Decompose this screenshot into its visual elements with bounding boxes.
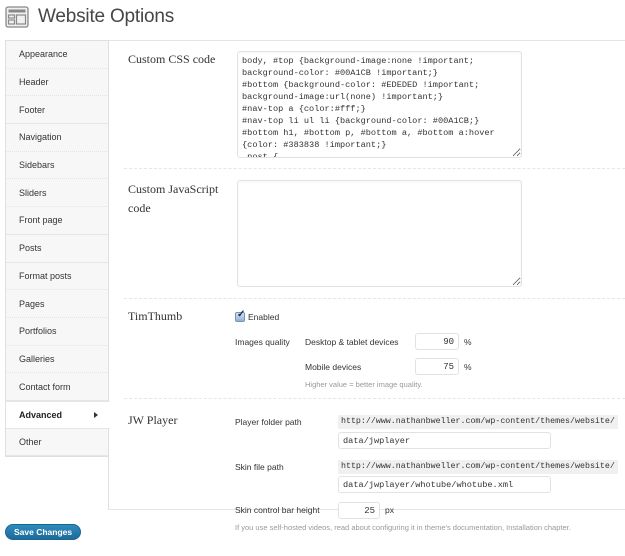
sidebar-item-label: Sliders	[19, 187, 47, 198]
skin-bar-height-unit: px	[385, 505, 394, 515]
sidebar-item-label: Portfolios	[19, 326, 57, 337]
timthumb-enabled-checkbox[interactable]: ✓	[235, 309, 246, 322]
images-quality-label: Images quality	[235, 337, 290, 347]
sidebar-item-portfolios[interactable]: Portfolios	[6, 318, 109, 346]
options-panel-icon	[5, 6, 29, 28]
sidebar-item-label: Galleries	[19, 353, 55, 364]
custom-css-section: Custom CSS code	[124, 41, 625, 169]
sidebar-item-footer[interactable]: Footer	[6, 96, 109, 125]
sidebar-item-pages[interactable]: Pages	[6, 290, 109, 318]
skin-bar-height-label: Skin control bar height	[235, 505, 320, 515]
player-folder-input[interactable]	[338, 432, 551, 449]
custom-js-label: Custom JavaScript code	[128, 182, 219, 215]
sidebar-item-label: Sidebars	[19, 160, 55, 171]
page-title: Website Options	[38, 6, 175, 27]
sidebar-item-label: Header	[19, 77, 49, 88]
mobile-quality-unit: %	[464, 362, 472, 372]
sidebar-item-label: Advanced	[19, 409, 63, 420]
sidebar-item-format-posts[interactable]: Format posts	[6, 263, 109, 291]
sidebar-item-label: Pages	[19, 298, 45, 309]
sidebar-item-advanced[interactable]: Advanced	[6, 400, 110, 429]
sidebar-item-label: Other	[19, 436, 42, 447]
quality-hint: Higher value = better image quality.	[305, 380, 423, 389]
skin-bar-height-input[interactable]	[338, 502, 380, 519]
sidebar-item-other[interactable]: Other	[6, 429, 109, 457]
options-sidebar: Appearance Header Footer Navigation Side…	[5, 40, 110, 458]
custom-js-section: Custom JavaScript code	[124, 169, 625, 299]
page-header: Website Options	[5, 4, 174, 30]
sidebar-item-posts[interactable]: Posts	[6, 235, 109, 263]
sidebar-item-label: Front page	[19, 215, 63, 226]
arrow-right-icon	[94, 411, 98, 418]
sidebar-item-label: Navigation	[19, 132, 62, 143]
sidebar-item-front-page[interactable]: Front page	[6, 207, 109, 235]
timthumb-section: TimThumb ✓ Enabled Images quality Deskto…	[124, 299, 625, 399]
jwplayer-section: JW Player Player folder path http://www.…	[124, 399, 625, 532]
sidebar-item-sliders[interactable]: Sliders	[6, 179, 109, 208]
checkmark-icon: ✓	[237, 309, 246, 320]
custom-css-textarea[interactable]	[237, 51, 522, 158]
sidebar-item-label: Format posts	[19, 270, 72, 281]
sidebar-item-header[interactable]: Header	[6, 69, 109, 97]
mobile-quality-label: Mobile devices	[305, 362, 362, 372]
advanced-options-panel: Custom CSS code Custom JavaScript code T…	[108, 40, 625, 532]
mobile-quality-input[interactable]	[415, 358, 459, 375]
options-container: Appearance Header Footer Navigation Side…	[5, 40, 625, 532]
desktop-quality-unit: %	[464, 337, 472, 347]
sidebar-item-label: Appearance	[19, 49, 68, 60]
sidebar-item-contact-form[interactable]: Contact form	[6, 373, 109, 401]
sidebar-item-label: Footer	[19, 104, 46, 115]
skin-file-input[interactable]	[338, 476, 551, 493]
jwplayer-label: JW Player	[128, 413, 178, 427]
save-changes-button[interactable]: Save Changes	[5, 524, 82, 540]
sidebar-item-galleries[interactable]: Galleries	[6, 346, 109, 374]
custom-js-textarea[interactable]	[237, 180, 522, 287]
player-folder-prefix: http://www.nathanbweller.com/wp-content/…	[338, 415, 618, 429]
sidebar-item-label: Posts	[19, 243, 42, 254]
jwplayer-hint: If you use self-hosted videos, read abou…	[235, 523, 571, 532]
desktop-quality-label: Desktop & tablet devices	[305, 337, 399, 347]
desktop-quality-input[interactable]	[415, 333, 459, 350]
timthumb-label: TimThumb	[128, 309, 183, 323]
sidebar-item-appearance[interactable]: Appearance	[6, 41, 109, 69]
sidebar-item-navigation[interactable]: Navigation	[6, 124, 109, 152]
sidebar-item-sidebars[interactable]: Sidebars	[6, 152, 109, 180]
custom-css-label: Custom CSS code	[128, 52, 216, 66]
timthumb-enabled-label: Enabled	[248, 312, 280, 322]
skin-file-prefix: http://www.nathanbweller.com/wp-content/…	[338, 460, 618, 474]
sidebar-item-label: Contact form	[19, 381, 71, 392]
skin-file-label: Skin file path	[235, 462, 284, 472]
player-folder-label: Player folder path	[235, 417, 302, 427]
